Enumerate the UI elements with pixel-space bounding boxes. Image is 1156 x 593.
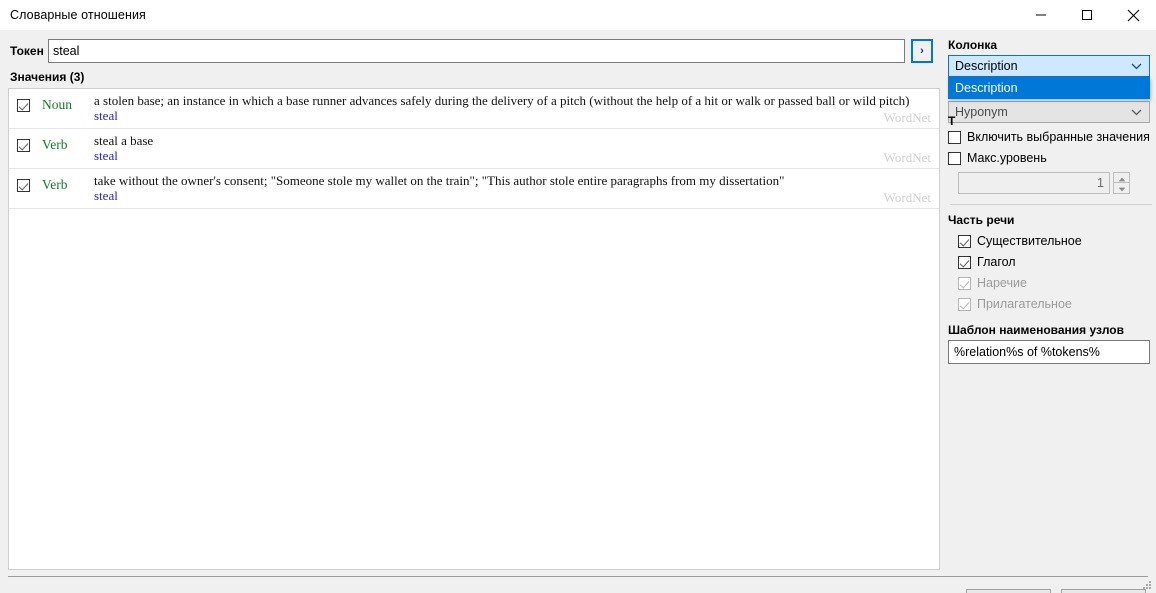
pos-label-noun: Существительное bbox=[977, 234, 1082, 248]
sense-pos-label: Verb bbox=[42, 136, 68, 152]
sense-word-link[interactable]: steal bbox=[94, 188, 931, 204]
sense-content: take without the owner's consent; "Someo… bbox=[94, 172, 939, 205]
sense-word-link[interactable]: steal bbox=[94, 108, 931, 124]
stepper-down-button[interactable] bbox=[1113, 183, 1130, 194]
minimize-icon bbox=[1035, 9, 1047, 21]
list-item[interactable]: Verb take without the owner's consent; "… bbox=[9, 169, 939, 209]
max-level-row[interactable]: Макс.уровень bbox=[948, 151, 1154, 165]
senses-list[interactable]: Noun a stolen base; an instance in which… bbox=[8, 88, 940, 570]
pos-checkbox-adverb: Наречие bbox=[948, 276, 1154, 290]
checkbox-icon bbox=[958, 276, 971, 290]
column-dropdown-list[interactable]: Description bbox=[948, 77, 1150, 99]
dictionary-relations-dialog: Словарные отношения Токен steal › Значен… bbox=[0, 0, 1156, 593]
checkbox-icon bbox=[948, 130, 961, 144]
minimize-button[interactable] bbox=[1018, 0, 1064, 30]
sense-source-label: WordNet bbox=[883, 149, 931, 165]
window-title: Словарные отношения bbox=[10, 8, 146, 22]
chevron-right-icon: › bbox=[920, 44, 924, 57]
sense-checkbox[interactable] bbox=[17, 99, 30, 115]
close-icon bbox=[1127, 9, 1140, 22]
resize-grip[interactable] bbox=[1141, 579, 1153, 591]
token-row: Токен › bbox=[0, 38, 948, 64]
checkbox-icon bbox=[958, 234, 971, 248]
left-pane: Токен › Значения (3) Noun a stolen base;… bbox=[0, 30, 948, 593]
search-token-button[interactable]: › bbox=[911, 39, 933, 63]
relation-type-label: Т bbox=[948, 114, 956, 128]
node-template-label: Шаблон наименования узлов bbox=[948, 323, 1124, 337]
sense-word-link[interactable]: steal bbox=[94, 148, 931, 164]
pos-checkbox-adjective: Прилагательное bbox=[948, 297, 1154, 311]
stepper-buttons bbox=[1113, 172, 1130, 194]
sense-source-label: WordNet bbox=[883, 109, 931, 125]
checkbox-icon bbox=[17, 178, 30, 192]
pos-label-adverb: Наречие bbox=[977, 276, 1027, 290]
values-header: Значения (3) bbox=[10, 70, 85, 84]
relation-combobox[interactable]: Hyponym bbox=[948, 101, 1150, 123]
include-selected-row[interactable]: Включить выбранные значения bbox=[948, 130, 1154, 144]
caret-down-icon bbox=[1118, 181, 1126, 195]
maximize-icon bbox=[1081, 9, 1093, 21]
token-label: Токен bbox=[10, 44, 44, 58]
dialog-body: Токен › Значения (3) Noun a stolen base;… bbox=[0, 30, 1156, 593]
sense-content: steal a base steal WordNet bbox=[94, 132, 939, 165]
close-button[interactable] bbox=[1110, 0, 1156, 30]
options-pane: Колонка Т Description Description Hypony… bbox=[948, 30, 1156, 593]
column-label: Колонка bbox=[948, 38, 998, 52]
include-selected-label: Включить выбранные значения bbox=[967, 130, 1150, 144]
checkbox-icon bbox=[958, 297, 971, 311]
divider bbox=[950, 204, 1152, 205]
title-bar: Словарные отношения bbox=[0, 0, 1156, 30]
max-level-stepper[interactable]: 1 bbox=[948, 172, 1154, 194]
footer-buttons: OK Отмена bbox=[966, 589, 1146, 593]
maximize-button[interactable] bbox=[1064, 0, 1110, 30]
checkbox-icon bbox=[17, 99, 30, 112]
cancel-button[interactable]: Отмена bbox=[1061, 589, 1146, 593]
pos-label-verb: Глагол bbox=[977, 255, 1016, 269]
list-item[interactable]: Verb steal a base steal WordNet bbox=[9, 129, 939, 169]
relation-combobox-value: Hyponym bbox=[955, 105, 1008, 119]
sense-source-label: WordNet bbox=[883, 189, 931, 205]
sense-definition: take without the owner's consent; "Someo… bbox=[94, 172, 785, 188]
max-level-value[interactable]: 1 bbox=[958, 172, 1110, 194]
max-level-label: Макс.уровень bbox=[967, 151, 1047, 165]
ok-button[interactable]: OK bbox=[966, 589, 1051, 593]
sense-definition: a stolen base; an instance in which a ba… bbox=[94, 93, 910, 108]
dropdown-option[interactable]: Description bbox=[949, 78, 1149, 98]
pos-label-adjective: Прилагательное bbox=[977, 297, 1072, 311]
sense-pos-label: Verb bbox=[42, 176, 68, 192]
sense-checkbox[interactable] bbox=[17, 138, 30, 155]
sense-content: a stolen base; an instance in which a ba… bbox=[94, 93, 939, 125]
pos-group-label: Часть речи bbox=[948, 213, 1015, 227]
checkbox-icon bbox=[958, 255, 971, 269]
node-template-input[interactable] bbox=[948, 340, 1150, 364]
window-controls bbox=[1018, 0, 1156, 30]
column-combobox-value: Description bbox=[955, 59, 1018, 73]
token-input[interactable] bbox=[48, 39, 905, 63]
chevron-down-icon bbox=[1131, 105, 1142, 119]
footer-divider bbox=[8, 576, 1148, 577]
column-combobox[interactable]: Description bbox=[948, 55, 1150, 77]
sense-checkbox[interactable] bbox=[17, 178, 30, 195]
chevron-down-icon bbox=[1131, 59, 1142, 73]
list-item[interactable]: Noun a stolen base; an instance in which… bbox=[9, 89, 939, 129]
pos-checkbox-noun[interactable]: Существительное bbox=[948, 234, 1154, 248]
checkbox-icon bbox=[948, 151, 961, 165]
checkbox-icon bbox=[17, 138, 30, 152]
sense-pos-label: Noun bbox=[42, 97, 72, 112]
sense-definition: steal a base bbox=[94, 132, 154, 148]
pos-checkbox-verb[interactable]: Глагол bbox=[948, 255, 1154, 269]
